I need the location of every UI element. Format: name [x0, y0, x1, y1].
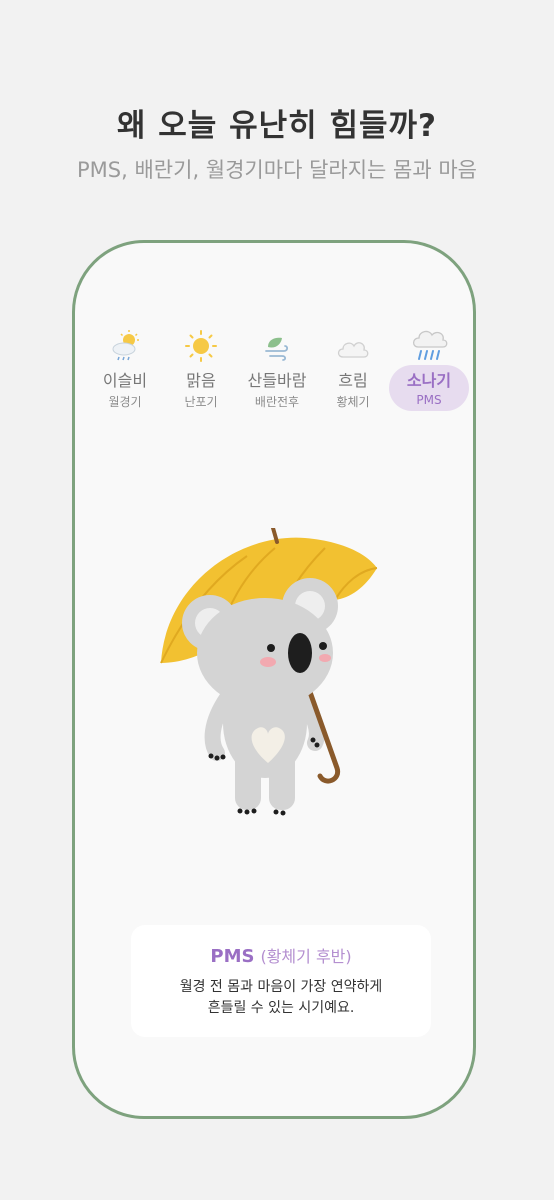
phase-name: PMS — [210, 946, 255, 967]
description-line: 월경 전 몸과 마음이 가장 연약하게 — [179, 979, 383, 995]
phase-description: 월경 전 몸과 마음이 가장 연약하게 흔들릴 수 있는 시기예요. — [131, 977, 431, 1019]
tab-sublabel: 난포기 — [184, 395, 218, 409]
tab-sublabel: 배란전후 — [254, 395, 300, 409]
tab-sublabel: 황체기 — [336, 395, 370, 409]
sun-icon — [163, 327, 239, 363]
tab-label: 흐림 — [338, 371, 368, 390]
weather-tabs: 이슬비 월경기 맑음 난포기 산들바람 배란전후 흐림 황체기 소나기 PMS — [87, 327, 469, 417]
description-line: 흔들릴 수 있는 시기예요. — [207, 1000, 355, 1016]
tab-label: 산들바람 — [247, 371, 307, 390]
rain-cloud-icon — [391, 327, 467, 363]
phase-subtitle: (황체기 후반) — [260, 947, 352, 966]
koala-umbrella-illustration — [160, 528, 378, 816]
phase-title: PMS (황체기 후반) — [131, 943, 431, 967]
tab-shower[interactable]: 소나기 PMS — [389, 327, 469, 413]
phone-frame: 이슬비 월경기 맑음 난포기 산들바람 배란전후 흐림 황체기 소나기 PMS … — [72, 240, 476, 1119]
sun-rain-cloud-icon — [87, 327, 163, 363]
subheadline: PMS, 배란기, 월경기마다 달라지는 몸과 마음 — [77, 158, 477, 182]
headline: 왜 오늘 유난히 힘들까? — [116, 108, 438, 144]
tab-label: 소나기 — [406, 371, 452, 390]
tab-drizzle[interactable]: 이슬비 월경기 — [87, 327, 163, 413]
tab-label: 이슬비 — [102, 371, 148, 390]
tab-sunny[interactable]: 맑음 난포기 — [163, 327, 239, 413]
tab-label: 맑음 — [186, 371, 216, 390]
cloud-icon — [315, 327, 391, 363]
tab-cloudy[interactable]: 흐림 황체기 — [315, 327, 391, 413]
phase-info-card: PMS (황체기 후반) 월경 전 몸과 마음이 가장 연약하게 흔들릴 수 있는… — [131, 925, 431, 1037]
leaf-wind-icon — [239, 327, 315, 363]
tab-breeze[interactable]: 산들바람 배란전후 — [239, 327, 315, 413]
tab-sublabel: 월경기 — [108, 395, 142, 409]
tab-sublabel: PMS — [416, 393, 442, 407]
